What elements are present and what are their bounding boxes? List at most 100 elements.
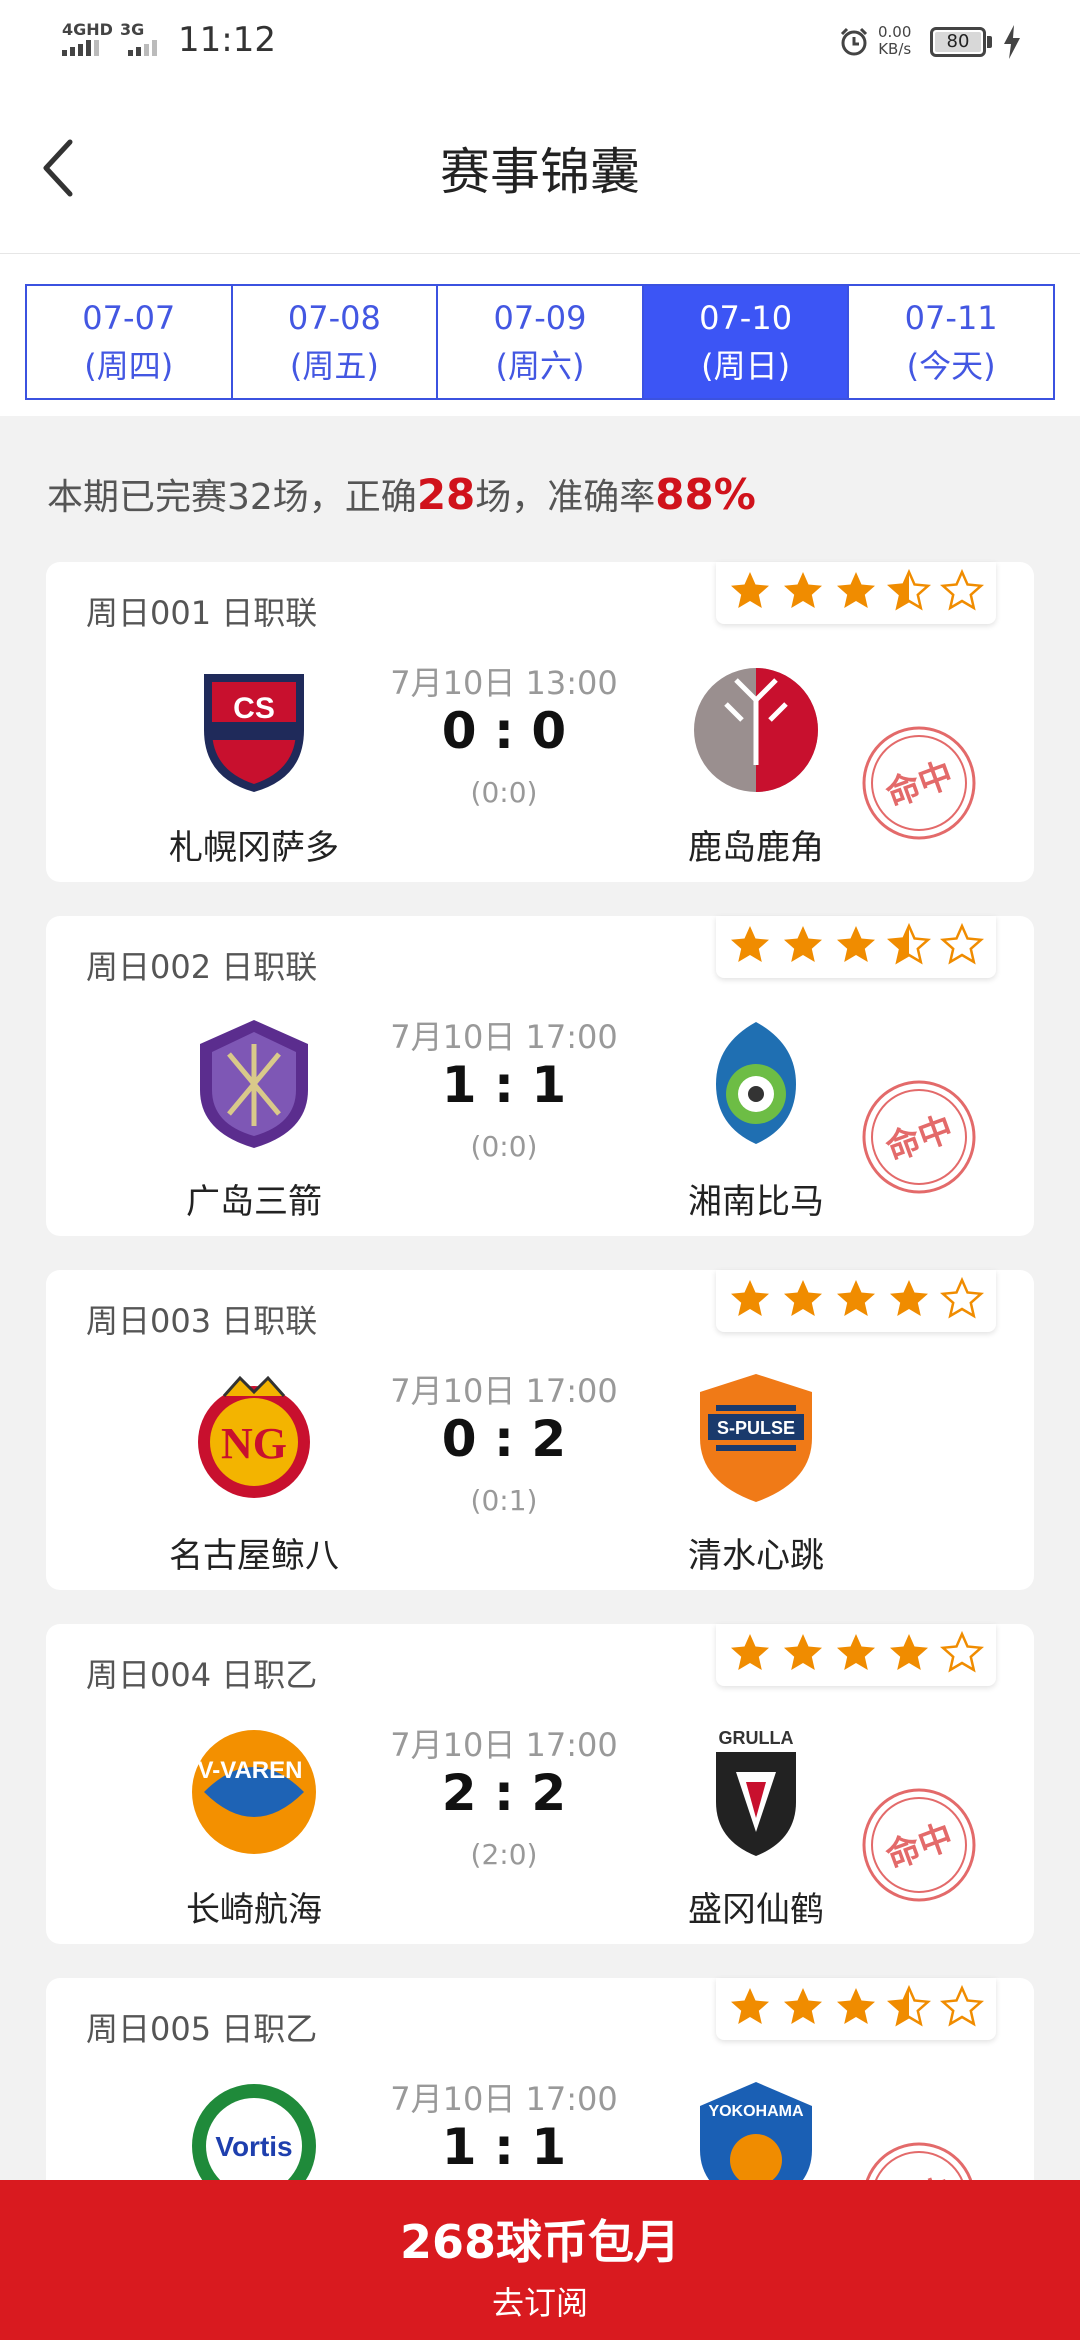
- rating-star-icon: [781, 1277, 825, 1325]
- match-score: 1 : 1: [441, 1056, 567, 1114]
- svg-text:YOKOHAMA: YOKOHAMA: [708, 2103, 804, 2120]
- rating-star-icon: [939, 568, 984, 617]
- rating-star-icon: [834, 1985, 878, 2033]
- recommend-rating: [716, 1270, 996, 1332]
- match-card[interactable]: 周日003 日职联 NG S-PULSE 7月10日 17:00 0 : 2 (0:1) 名…: [46, 1270, 1034, 1590]
- rating-star-icon: [834, 569, 878, 617]
- home-team-logo: CS: [184, 660, 324, 800]
- accuracy-summary: 本期已完赛32场，正确28场，准确率88%: [47, 470, 756, 519]
- home-team-name: 名古屋鲸八: [169, 1536, 339, 1576]
- match-score: 0 : 0: [441, 702, 567, 760]
- svg-text:GRULLA: GRULLA: [719, 1728, 794, 1748]
- network-type-2: 3G: [120, 20, 145, 39]
- half-time-score: (0:0): [470, 776, 538, 809]
- clock: 11:12: [178, 20, 276, 60]
- rating-star-icon: [887, 1277, 931, 1325]
- svg-text:S-PULSE: S-PULSE: [717, 1418, 795, 1438]
- recommend-rating: [716, 916, 996, 978]
- away-team-logo: [686, 1014, 826, 1154]
- hit-stamp-icon: 命中: [862, 1788, 976, 1902]
- subscribe-button[interactable]: 268球币包月 去订阅: [0, 2180, 1080, 2340]
- rating-star-icon: [781, 569, 825, 617]
- rating-star-icon: [781, 923, 825, 971]
- match-code: 周日003 日职联: [86, 1302, 318, 1340]
- signal-icon-2: [128, 40, 157, 56]
- match-code: 周日005 日职乙: [86, 2010, 318, 2048]
- rating-star-icon: [728, 923, 772, 971]
- match-code: 周日001 日职联: [86, 594, 318, 632]
- svg-text:CS: CS: [233, 692, 275, 725]
- network-type-1: 4GHD: [62, 20, 113, 39]
- match-code: 周日002 日职联: [86, 948, 318, 986]
- match-time: 7月10日 17:00: [390, 2080, 618, 2118]
- rating-star-icon: [939, 1984, 984, 2033]
- rating-star-icon: [886, 1984, 931, 2033]
- tab-date-0708[interactable]: 07-08 (周五): [232, 286, 439, 398]
- svg-text:命中: 命中: [881, 1816, 959, 1877]
- recommend-rating: [716, 1978, 996, 2040]
- match-card[interactable]: 周日002 日职联 7月10日 17:00 1 : 1 (0:0) 广岛三箭 湘南比马 命中: [46, 916, 1034, 1236]
- nav-bar: 赛事锦囊: [0, 84, 1080, 254]
- match-code: 周日004 日职乙: [86, 1656, 318, 1694]
- rating-star-icon: [781, 1985, 825, 2033]
- half-time-score: (2:0): [470, 1838, 538, 1871]
- half-time-score: (0:1): [470, 1484, 538, 1517]
- rating-star-icon: [834, 923, 878, 971]
- tab-date-0709[interactable]: 07-09 (周六): [438, 286, 644, 398]
- rating-star-icon: [728, 1277, 772, 1325]
- net-speed: 0.00 KB/s: [878, 23, 912, 58]
- home-team-name: 札幌冈萨多: [169, 828, 339, 868]
- rating-star-icon: [887, 1631, 931, 1679]
- away-team-logo: [686, 660, 826, 800]
- date-selector: 07-07 (周四) 07-08 (周五) 07-09 (周六) 07-10 (周日) …: [0, 254, 1080, 416]
- subscribe-title: 268球币包月: [399, 2215, 681, 2269]
- signal-icon-1: [62, 40, 99, 56]
- home-team-name: 广岛三箭: [186, 1182, 322, 1222]
- away-team-name: 清水心跳: [688, 1536, 824, 1576]
- battery-icon: 80: [930, 27, 986, 57]
- match-time: 7月10日 17:00: [390, 1372, 618, 1410]
- rating-star-icon: [886, 568, 931, 617]
- recommend-rating: [716, 1624, 996, 1686]
- match-score: 0 : 2: [441, 1410, 567, 1468]
- svg-text:V-VAREN: V-VAREN: [198, 1757, 303, 1784]
- rating-star-icon: [939, 1630, 984, 1679]
- match-card[interactable]: 周日004 日职乙 V-VAREN GRULLA 7月10日 17:00 2 : 2 (2…: [46, 1624, 1034, 1944]
- recommend-rating: [716, 562, 996, 624]
- home-team-logo: NG: [184, 1368, 324, 1508]
- alarm-icon: [840, 27, 868, 56]
- home-team-name: 长崎航海: [186, 1890, 322, 1930]
- match-score: 1 : 1: [441, 2118, 567, 2176]
- rating-star-icon: [886, 922, 931, 971]
- svg-text:NG: NG: [221, 1419, 287, 1468]
- hit-stamp-icon: 命中: [862, 1080, 976, 1194]
- rating-star-icon: [834, 1277, 878, 1325]
- away-team-logo: S-PULSE: [686, 1368, 826, 1508]
- tab-date-0710[interactable]: 07-10 (周日): [643, 286, 850, 398]
- rating-star-icon: [939, 1276, 984, 1325]
- tab-date-0707[interactable]: 07-07 (周四): [27, 286, 233, 398]
- rating-star-icon: [939, 922, 984, 971]
- match-time: 7月10日 17:00: [390, 1726, 618, 1764]
- svg-text:Vortis: Vortis: [215, 2131, 292, 2162]
- hit-stamp-icon: 命中: [862, 726, 976, 840]
- rating-star-icon: [728, 1985, 772, 2033]
- subscribe-action: 去订阅: [491, 2284, 588, 2322]
- match-score: 2 : 2: [441, 1764, 567, 1822]
- match-time: 7月10日 17:00: [390, 1018, 618, 1056]
- rating-star-icon: [834, 1631, 878, 1679]
- home-team-logo: [184, 1014, 324, 1154]
- rating-star-icon: [728, 569, 772, 617]
- svg-text:命中: 命中: [881, 754, 959, 815]
- half-time-score: (0:0): [470, 1130, 538, 1163]
- page-title: 赛事锦囊: [440, 143, 640, 201]
- tab-date-0711[interactable]: 07-11 (今天): [849, 286, 1053, 398]
- rating-star-icon: [728, 1631, 772, 1679]
- match-card[interactable]: 周日001 日职联 CS 7月10日 13:00 0 : 0 (0:0) 札幌冈萨多 鹿岛鹿…: [46, 562, 1034, 882]
- match-time: 7月10日 13:00: [390, 664, 618, 702]
- charging-icon: [1004, 25, 1020, 59]
- home-team-logo: V-VAREN: [184, 1722, 324, 1862]
- away-team-logo: GRULLA: [686, 1722, 826, 1862]
- rating-star-icon: [781, 1631, 825, 1679]
- status-bar: 4GHD 3G 11:12 0.00 KB/s 80: [0, 0, 1080, 84]
